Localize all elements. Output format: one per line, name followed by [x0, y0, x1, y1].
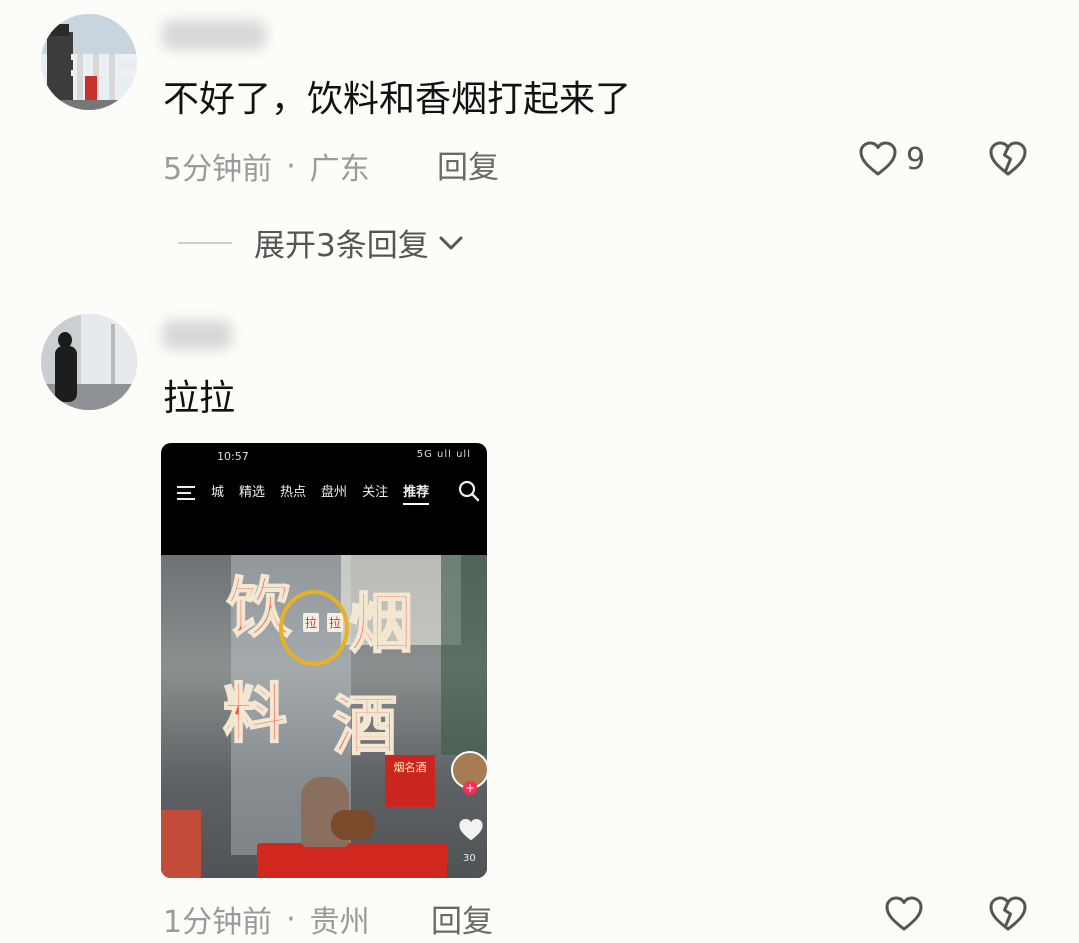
dislike-button[interactable]: [988, 895, 1028, 937]
avatar[interactable]: [41, 314, 137, 410]
shelf: [441, 555, 487, 755]
expand-divider: [178, 241, 232, 244]
embedded-status-signal: 5G ull ull: [416, 449, 471, 460]
embedded-tab: 关注: [362, 485, 389, 500]
comment-location: 广东: [309, 152, 370, 187]
dog: [331, 810, 375, 840]
plus-icon: +: [463, 781, 477, 795]
search-icon: [458, 480, 480, 502]
comment-image[interactable]: 10:57 5G ull ull 城 精选 热点 盘州 关注 推荐 饮 烟 料 …: [161, 443, 487, 878]
sign-char: 酒: [332, 689, 398, 765]
broken-heart-icon: [989, 141, 1027, 176]
sign-char: 料: [222, 677, 288, 753]
meta-separator: ·: [286, 148, 296, 184]
expand-replies-label: 展开3条回复: [254, 228, 429, 264]
embedded-video-frame: 饮 烟 料 酒 拉 拉 烟名酒 + 30: [161, 555, 487, 878]
comment-time: 5分钟前: [163, 152, 273, 187]
sign-char: 烟: [348, 587, 414, 663]
comment-meta: 1分钟前 · 贵州: [163, 897, 370, 941]
expand-replies-button[interactable]: 展开3条回复: [178, 220, 465, 265]
embedded-status-time: 10:57: [217, 450, 249, 463]
avatar[interactable]: [41, 14, 137, 110]
embedded-tab: 热点: [280, 485, 307, 500]
reply-button[interactable]: 回复: [431, 896, 493, 941]
dislike-button[interactable]: [988, 140, 1028, 182]
heart-outline-icon: [885, 896, 923, 931]
comment-item: 拉拉 10:57 5G ull ull 城 精选 热点 盘州 关注 推荐 饮 烟…: [0, 300, 1079, 943]
username-blurred[interactable]: [162, 20, 266, 50]
embedded-status-bar: 10:57 5G ull ull: [161, 443, 487, 471]
comment-meta: 5分钟前 · 广东: [163, 144, 370, 188]
comment-time: 1分钟前: [163, 905, 273, 940]
embedded-tab: 城: [211, 485, 225, 500]
comment-text: 不好了，饮料和香烟打起来了: [163, 79, 632, 120]
chevron-down-icon: [439, 236, 463, 249]
heart-filled-icon: [459, 819, 483, 841]
like-button[interactable]: 9: [858, 140, 925, 178]
highlight-circle: [279, 590, 349, 666]
like-count: 9: [906, 141, 926, 177]
stool: [161, 810, 201, 878]
embedded-tabs: 城 精选 热点 盘州 关注 推荐: [211, 481, 430, 505]
username-blurred[interactable]: [162, 320, 232, 350]
comment-location: 贵州: [309, 905, 370, 940]
embedded-tab: 精选: [239, 485, 266, 500]
door-mat: [257, 843, 447, 878]
shop-sign: 烟名酒: [385, 755, 435, 807]
embedded-tab: 盘州: [321, 485, 348, 500]
heart-outline-icon: [859, 141, 897, 176]
embedded-tab-active: 推荐: [403, 481, 430, 505]
menu-icon: [177, 486, 195, 500]
embedded-like-count: 30: [463, 853, 476, 864]
comment-text: 拉拉: [163, 378, 236, 419]
like-button[interactable]: [884, 895, 932, 933]
comment-item: 不好了，饮料和香烟打起来了 5分钟前 · 广东 回复 9 展开3条回复: [0, 0, 1079, 290]
embedded-nav-bar: 城 精选 热点 盘州 关注 推荐: [161, 473, 487, 513]
broken-heart-icon: [989, 896, 1027, 931]
meta-separator: ·: [286, 901, 296, 937]
reply-button[interactable]: 回复: [437, 142, 499, 187]
